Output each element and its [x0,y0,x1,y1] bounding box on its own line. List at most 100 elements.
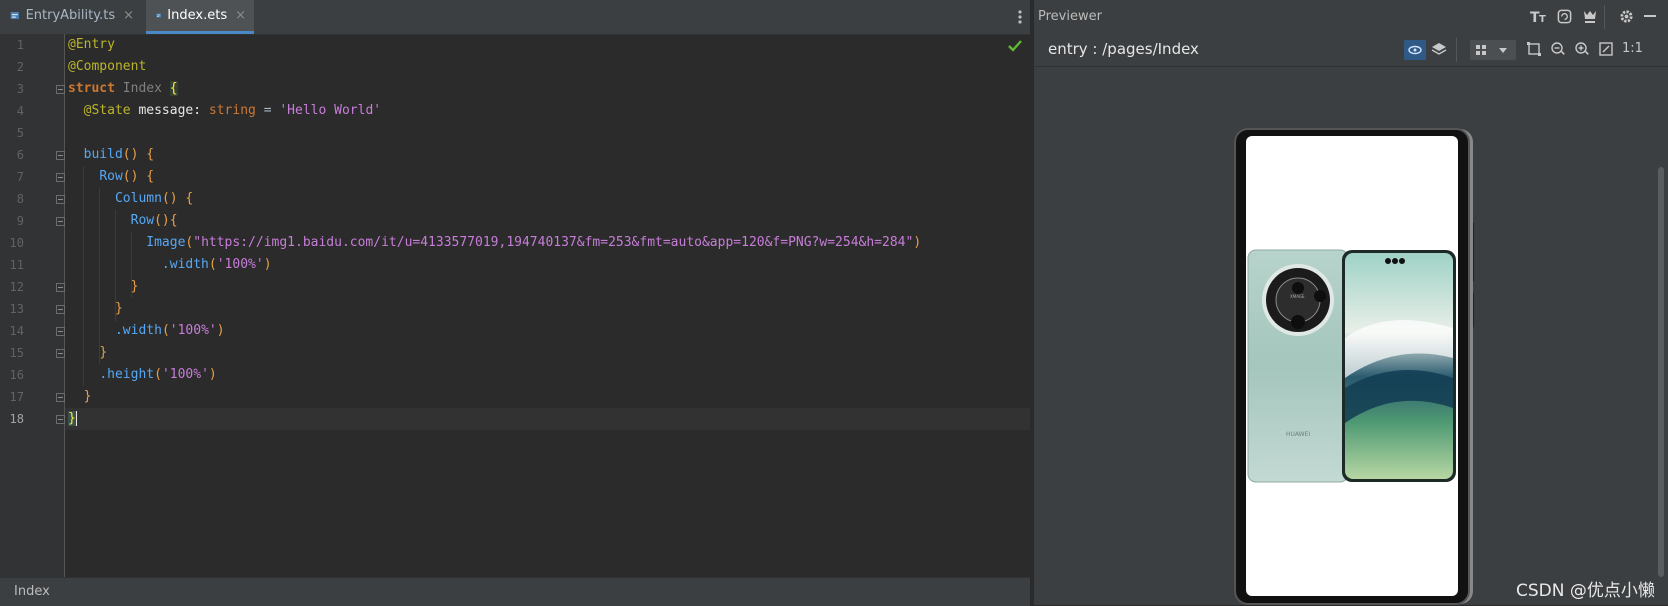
code-token: } [83,389,92,404]
phone-frame: XMAGE HUAWEI [1236,130,1468,603]
fold-marker[interactable] [56,195,65,204]
editor-tab-bar: EntryAbility.ts × Index.ets × [0,0,1030,35]
code-token: .width [161,257,209,272]
line-number: 9 [16,214,24,228]
code-token: ( [208,257,217,272]
previewer-header: Previewer TT [1034,0,1668,35]
phone-screen[interactable]: XMAGE HUAWEI [1246,136,1458,596]
vertical-scrollbar[interactable] [1658,167,1664,577]
code-token: () [122,169,147,184]
code-token: Index [122,81,170,96]
code-token: ( [154,367,162,382]
breadcrumb[interactable]: Index [14,584,50,599]
line-number: 6 [16,148,24,162]
code-token: () [161,191,186,206]
code-line: @Component [68,56,146,78]
code-token: } [68,411,76,426]
line-number: 1 [16,38,24,52]
font-size-icon[interactable]: TT [1530,9,1546,26]
code-line: } [68,342,107,364]
brand-logo-text: HUAWEI [1286,431,1310,438]
layout-selector[interactable] [1470,40,1516,60]
line-number: 10 [9,236,24,250]
code-token: .width [114,323,162,338]
line-number: 15 [9,346,24,360]
code-token: { [169,81,178,96]
code-line: } [68,276,139,298]
settings-icon[interactable] [1618,9,1634,25]
code-token: } [114,301,123,316]
line-number: 17 [9,390,24,404]
line-number: 13 [9,302,24,316]
code-token: build [83,147,123,162]
line-number-gutter: 1 2 3 4 5 6 7 8 9 10 11 12 13 14 15 16 1… [0,34,65,577]
code-line: } [68,386,92,408]
minimize-icon[interactable] [1642,9,1658,25]
code-token: "https://img1.baidu.com/it/u=4133577019,… [193,235,914,250]
crop-icon[interactable] [1526,41,1544,59]
code-token: { [169,213,178,228]
code-token: () [154,213,170,228]
code-editor[interactable]: EntryAbility.ts × Index.ets × 1 2 3 4 5 … [0,0,1030,606]
layers-icon[interactable] [1430,40,1448,58]
code-line: @State message: string = 'Hello World' [68,100,381,122]
check-icon[interactable] [1008,38,1022,56]
fold-marker[interactable] [56,283,65,292]
code-token: @Entry [68,37,115,52]
scale-one-to-one-button[interactable]: 1:1 [1622,41,1643,56]
fold-marker[interactable] [56,85,65,94]
refresh-icon[interactable] [1556,9,1572,25]
code-area[interactable]: @Entry @Component struct Index { @State … [65,34,1030,577]
code-line: } [68,298,123,320]
more-vert-icon[interactable] [1012,8,1028,26]
line-number: 14 [9,324,24,338]
status-bar: Index [0,577,1030,606]
code-token: struct [68,81,123,96]
fold-marker[interactable] [56,151,65,160]
close-icon[interactable]: × [123,8,134,23]
fold-marker[interactable] [56,305,65,314]
code-token: Image [146,235,186,250]
fit-icon[interactable] [1598,41,1616,59]
phone-side-button [1468,292,1474,328]
code-token: Row [130,213,155,228]
code-token: } [99,345,108,360]
zoom-in-icon[interactable] [1574,41,1592,59]
watermark: CSDN @优点小懒 [1516,581,1655,601]
tab-entryability[interactable]: EntryAbility.ts × [0,0,142,31]
fold-marker[interactable] [56,415,65,424]
zoom-out-icon[interactable] [1550,41,1568,59]
fold-marker[interactable] [56,217,65,226]
code-token: '100%' [161,367,209,382]
file-ts-icon [156,13,161,18]
code-line: .width('100%') [68,254,272,276]
code-token: string [208,103,256,118]
code-token: message: [138,103,209,118]
code-token: { [185,191,194,206]
code-line: Row() { [68,166,154,188]
line-number: 7 [16,170,24,184]
close-icon[interactable]: × [235,8,246,23]
line-number: 4 [16,104,24,118]
file-ts-icon [10,11,19,20]
code-token: @Component [68,59,147,74]
fold-marker[interactable] [56,173,65,182]
code-token: { [146,169,155,184]
fold-marker[interactable] [56,327,65,336]
route-label: entry : /pages/Index [1048,40,1199,58]
code-token: '100%' [216,257,264,272]
fold-marker[interactable] [56,393,65,402]
code-token: ) [216,323,225,338]
code-token: () [122,147,147,162]
fold-marker[interactable] [56,349,65,358]
previewer-title: Previewer [1038,9,1102,24]
code-token: } [130,279,139,294]
eye-icon[interactable] [1404,40,1426,60]
preview-canvas: XMAGE HUAWEI [1034,67,1668,605]
phone-side-button [1468,222,1474,282]
phone-product-image: XMAGE HUAWEI [1247,249,1456,483]
text-cursor [75,411,77,426]
tab-index-ets[interactable]: Index.ets × [146,0,254,34]
hot-reload-icon[interactable] [1582,9,1598,25]
tab-label: EntryAbility.ts [25,8,116,23]
